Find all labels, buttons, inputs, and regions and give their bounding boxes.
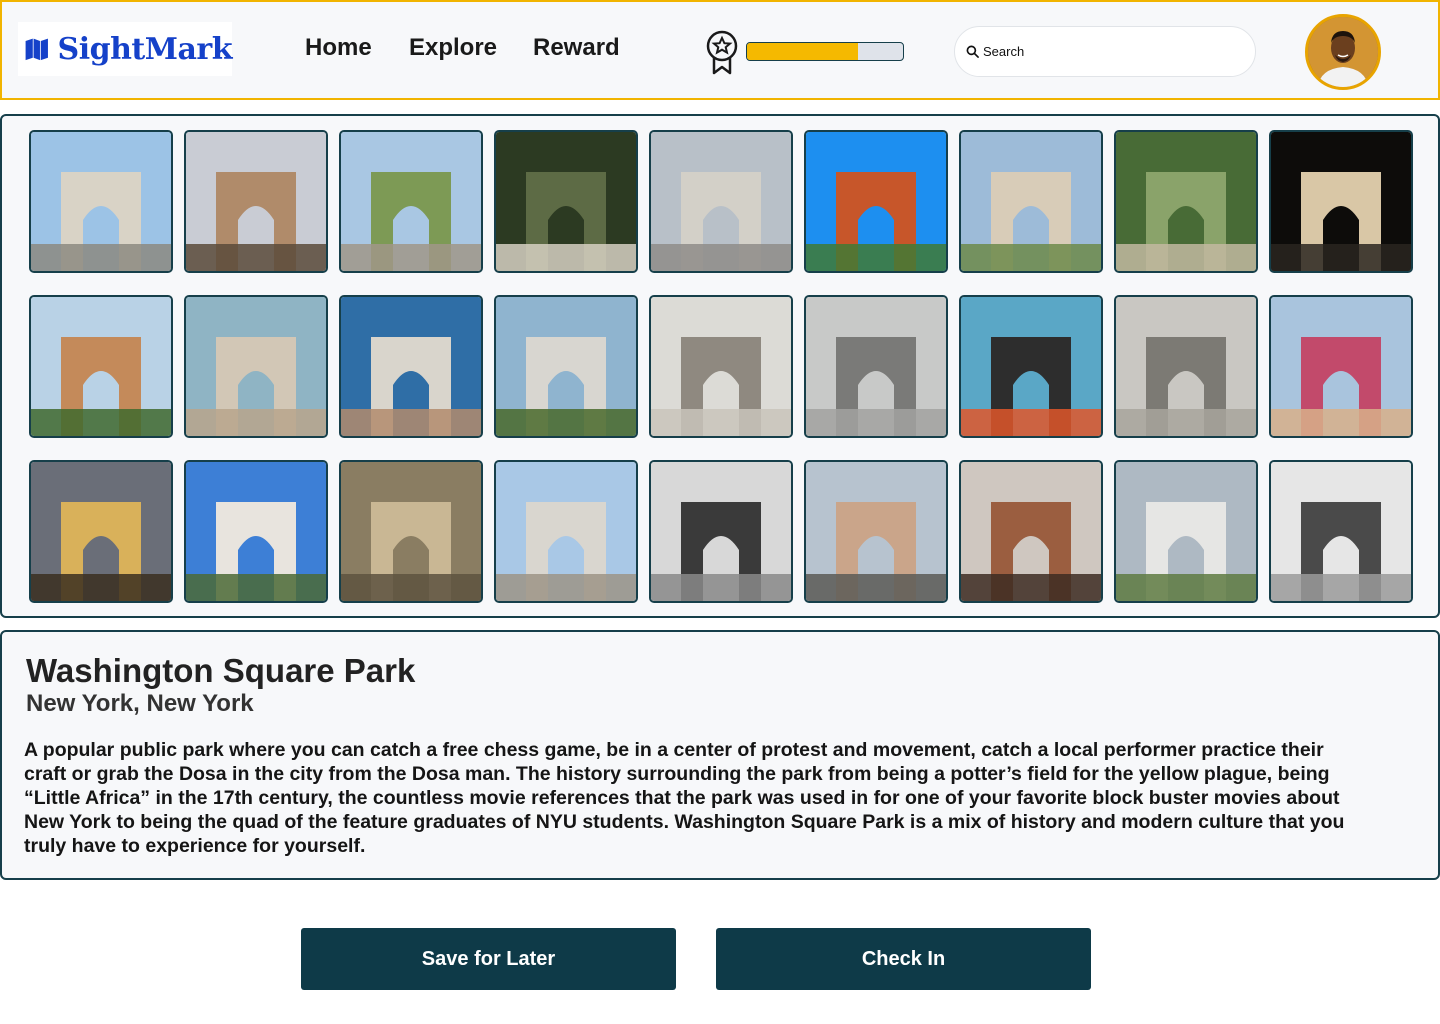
photo-image — [651, 462, 791, 601]
photo-image — [186, 297, 326, 436]
place-description: A popular public park where you can catc… — [24, 739, 1345, 857]
photo-image — [961, 132, 1101, 271]
photo-image — [806, 462, 946, 601]
gallery-photo-bw-fountain-figure[interactable] — [1269, 460, 1413, 603]
photo-image — [806, 297, 946, 436]
check-in-button[interactable]: Check In — [716, 928, 1091, 990]
photo-image — [341, 132, 481, 271]
gallery-photo-view-through-arch-street[interactable] — [494, 295, 638, 438]
gallery-photo-bw-performer[interactable] — [649, 460, 793, 603]
nav-reward[interactable]: Reward — [533, 34, 620, 62]
photo-image — [1116, 462, 1256, 601]
logo[interactable]: SightMark — [18, 22, 233, 76]
gallery-photo-fountain-and-arch-green[interactable] — [1114, 460, 1258, 603]
search-icon — [966, 45, 979, 58]
gallery-photo-arch-coffered-ceiling[interactable] — [339, 460, 483, 603]
photo-image — [31, 462, 171, 601]
photo-image — [31, 297, 171, 436]
photo-image — [1116, 132, 1256, 271]
photo-image — [31, 132, 171, 271]
gallery-photo-woman-in-front-of-arch[interactable] — [959, 130, 1103, 273]
gallery-photo-crowd-fountain[interactable] — [1269, 295, 1413, 438]
gallery-photo-arch-at-night[interactable] — [1269, 130, 1413, 273]
gallery-photo-protest-black-lives-matter[interactable] — [959, 295, 1103, 438]
photo-image — [186, 132, 326, 271]
photo-image — [496, 297, 636, 436]
gallery-photo-arch-with-tower-street[interactable] — [184, 130, 328, 273]
gallery-photo-statue-silhouette[interactable] — [494, 130, 638, 273]
photo-image — [186, 462, 326, 601]
photo-image — [651, 132, 791, 271]
award-badge-icon[interactable] — [702, 28, 742, 76]
gallery-photo-arch-carving-detail[interactable] — [649, 295, 793, 438]
gallery-photo-arch-detail-sky[interactable] — [649, 130, 793, 273]
avatar-portrait — [1308, 17, 1378, 87]
save-for-later-button[interactable]: Save for Later — [301, 928, 676, 990]
photo-image — [651, 297, 791, 436]
app-header: SightMark Home Explore Reward — [0, 0, 1440, 100]
gallery-photo-fountain-with-arch[interactable] — [184, 460, 328, 603]
place-location: New York, New York — [26, 690, 254, 717]
search-bar[interactable] — [954, 26, 1256, 77]
search-input[interactable] — [983, 44, 1223, 59]
logo-text: SightMark — [57, 31, 233, 67]
gallery-photo-trees-with-column[interactable] — [1114, 130, 1258, 273]
photo-image — [806, 132, 946, 271]
gallery-photo-arch-at-dusk[interactable] — [29, 460, 173, 603]
gallery-photo-park-path-trees[interactable] — [339, 130, 483, 273]
place-title: Washington Square Park — [26, 652, 416, 689]
gallery-photo-arch-corner-detail[interactable] — [494, 460, 638, 603]
photo-image — [1271, 297, 1411, 436]
gallery-photo-red-brick-building-blue-sky[interactable] — [804, 130, 948, 273]
nav-explore[interactable]: Explore — [409, 34, 497, 62]
photo-gallery — [0, 114, 1440, 618]
map-icon — [25, 38, 48, 61]
photo-image — [961, 462, 1101, 601]
gallery-photo-arch-street-evening[interactable] — [959, 460, 1103, 603]
gallery-photo-bw-park-tree[interactable] — [1114, 295, 1258, 438]
photo-image — [341, 297, 481, 436]
gallery-photo-arch-with-fountain-plaza[interactable] — [339, 295, 483, 438]
reward-progress-fill — [747, 43, 858, 60]
gallery-photo-washington-square-arch-crowd[interactable] — [29, 130, 173, 273]
gallery-photo-women-sitting-plaza[interactable] — [804, 460, 948, 603]
photo-image — [341, 462, 481, 601]
photo-image — [1271, 132, 1411, 271]
reward-progress-bar — [746, 42, 904, 61]
gallery-photo-arch-underside-sky[interactable] — [184, 295, 328, 438]
photo-image — [1271, 462, 1411, 601]
user-avatar[interactable] — [1305, 14, 1381, 90]
photo-image — [496, 132, 636, 271]
gallery-photo-arch-frontal-street-view[interactable] — [804, 295, 948, 438]
photo-image — [1116, 297, 1256, 436]
photo-image — [961, 297, 1101, 436]
photo-image — [496, 462, 636, 601]
place-info-panel: Washington Square Park New York, New Yor… — [0, 630, 1440, 880]
gallery-photo-arch-side-empire-state[interactable] — [29, 295, 173, 438]
nav-home[interactable]: Home — [305, 34, 372, 62]
